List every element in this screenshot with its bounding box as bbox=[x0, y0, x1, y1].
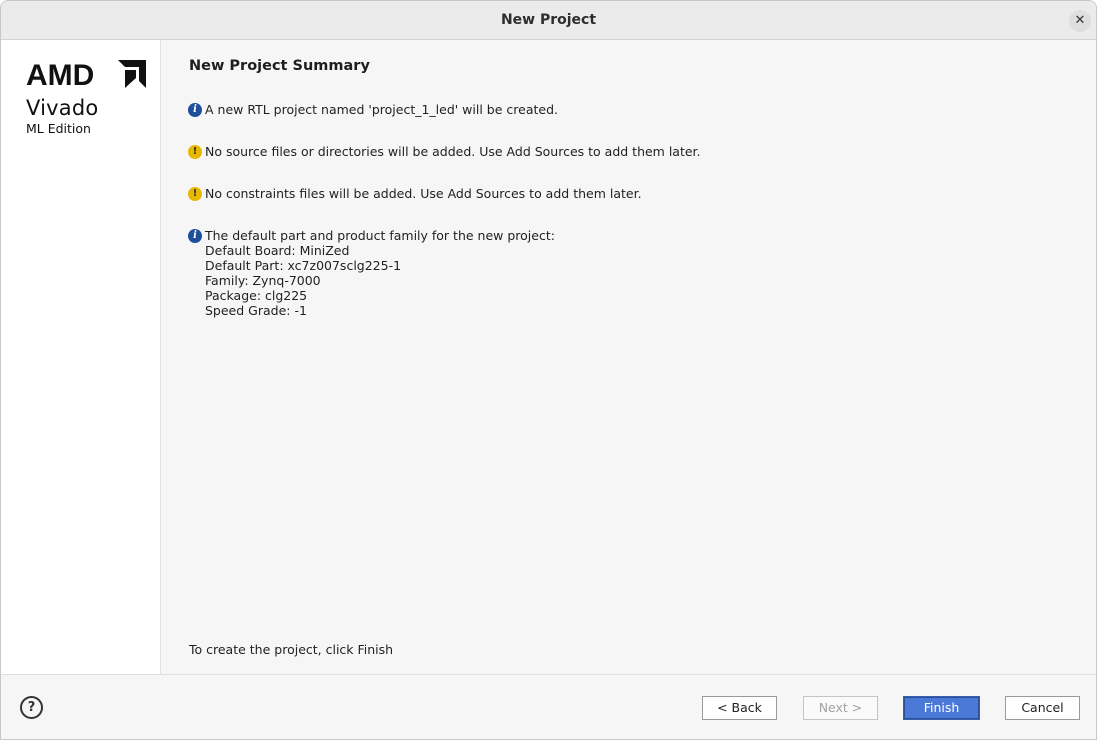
finish-button[interactable]: Finish bbox=[903, 696, 980, 720]
product-edition: ML Edition bbox=[26, 121, 91, 136]
part-detail-family: Family: Zynq-7000 bbox=[205, 273, 321, 288]
close-icon: ✕ bbox=[1074, 13, 1086, 28]
window-title: New Project bbox=[500, 12, 597, 28]
message-item: i The default part and product family fo… bbox=[188, 228, 555, 318]
help-icon: ? bbox=[27, 700, 36, 715]
message-item: i A new RTL project named 'project_1_led… bbox=[188, 102, 558, 117]
message-text: No source files or directories will be a… bbox=[205, 144, 701, 159]
button-bar: ? < Back Next > Finish Cancel bbox=[1, 674, 1096, 739]
finish-instruction: To create the project, click Finish bbox=[189, 642, 394, 657]
sidebar-branding: AMD Vivado ML Edition bbox=[1, 40, 161, 674]
cancel-button[interactable]: Cancel bbox=[1005, 696, 1080, 720]
product-name: Vivado bbox=[26, 96, 99, 120]
part-detail-package: Package: clg225 bbox=[205, 288, 308, 303]
info-icon: i bbox=[188, 229, 202, 243]
title-bar: New Project ✕ bbox=[1, 1, 1096, 40]
warning-icon: ! bbox=[188, 187, 202, 201]
page-title: New Project Summary bbox=[189, 58, 370, 74]
message-item: ! No constraints files will be added. Us… bbox=[188, 186, 642, 201]
back-button[interactable]: < Back bbox=[702, 696, 777, 720]
warning-icon: ! bbox=[188, 145, 202, 159]
message-text: The default part and product family for … bbox=[205, 228, 555, 243]
summary-panel: New Project Summary i A new RTL project … bbox=[161, 40, 1096, 674]
part-detail-board: Default Board: MiniZed bbox=[205, 243, 350, 258]
close-button[interactable]: ✕ bbox=[1069, 10, 1091, 32]
part-detail-speed-grade: Speed Grade: -1 bbox=[205, 303, 307, 318]
amd-arrow-icon bbox=[118, 60, 146, 88]
new-project-dialog: New Project ✕ AMD Vivado ML Edition New … bbox=[0, 0, 1097, 740]
part-detail-part: Default Part: xc7z007sclg225-1 bbox=[205, 258, 402, 273]
help-button[interactable]: ? bbox=[20, 696, 43, 719]
message-text: No constraints files will be added. Use … bbox=[205, 186, 642, 201]
amd-logo: AMD bbox=[26, 59, 146, 92]
next-button[interactable]: Next > bbox=[803, 696, 878, 720]
amd-logo-text: AMD bbox=[26, 59, 94, 92]
info-icon: i bbox=[188, 103, 202, 117]
message-text: A new RTL project named 'project_1_led' … bbox=[205, 102, 558, 117]
message-item: ! No source files or directories will be… bbox=[188, 144, 701, 159]
